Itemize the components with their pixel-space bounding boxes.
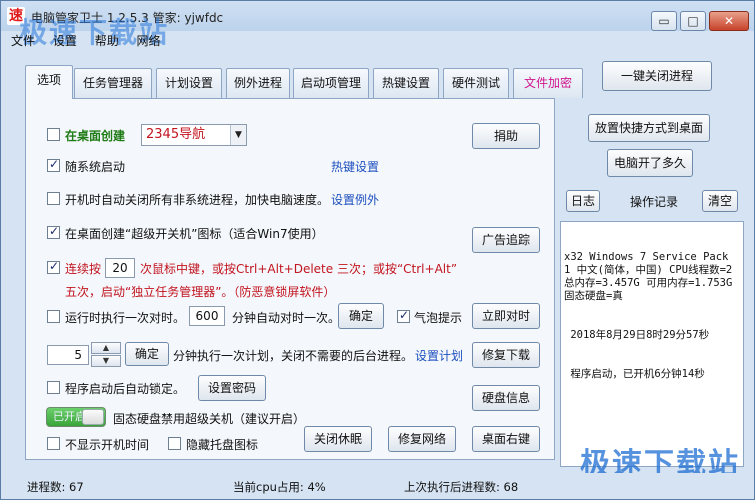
autolock-label: 程序启动后自动锁定。 bbox=[65, 382, 186, 396]
close-button[interactable]: ✕ bbox=[709, 11, 749, 31]
log-line: 程序启动，已开机6分钟14秒 bbox=[564, 368, 705, 380]
tab-startup-manager[interactable]: 启动项管理 bbox=[293, 68, 369, 98]
bubble-label: 气泡提示 bbox=[414, 311, 463, 325]
timer-checkbox[interactable] bbox=[47, 310, 60, 323]
cpu-usage: 当前cpu占用: 4% bbox=[233, 480, 326, 494]
title-bar[interactable]: 速 电脑管家卫士 1.2.5.3 管家: yjwfdc ▭ □ ✕ bbox=[1, 1, 754, 31]
mouse-click-text: 次鼠标中键，或按Ctrl+Alt+Delete 三次；或按“Ctrl+Alt” bbox=[140, 262, 458, 276]
menu-network[interactable]: 网络 bbox=[137, 34, 161, 48]
app-icon: 速 bbox=[7, 7, 25, 25]
tab-hotkey-settings[interactable]: 热键设置 bbox=[373, 68, 439, 98]
autostart-checkbox[interactable] bbox=[47, 157, 60, 172]
desktop-create-select[interactable]: 2345导航 ▼ bbox=[141, 124, 247, 146]
menu-bar: 文件 设置 帮助 网络 bbox=[11, 32, 175, 52]
super-switch-label: 在桌面创建“超级开关机”图标（适合Win7使用） bbox=[65, 227, 324, 241]
plan-confirm-button[interactable]: 确定 bbox=[125, 342, 169, 366]
timer-text: 分钟自动对时一次。 bbox=[232, 311, 341, 325]
place-shortcut-button[interactable]: 放置快捷方式到桌面 bbox=[588, 114, 710, 142]
sync-now-button[interactable]: 立即对时 bbox=[472, 303, 540, 329]
desktop-right-button[interactable]: 桌面右键 bbox=[472, 426, 540, 452]
ssd-text: 固态硬盘禁用超级关机（建议开启） bbox=[113, 412, 306, 426]
autostart-label: 随系统启动 bbox=[65, 160, 126, 174]
mouse-click-count-input[interactable]: 20 bbox=[105, 258, 135, 278]
process-count: 进程数: 67 bbox=[27, 480, 84, 494]
spin-up-button[interactable]: ▲ bbox=[91, 342, 121, 354]
autolock-checkbox[interactable] bbox=[47, 381, 60, 394]
hide-tray-checkbox[interactable] bbox=[168, 437, 181, 450]
super-switch-checkbox[interactable] bbox=[47, 224, 60, 239]
set-plan-link[interactable]: 设置计划 bbox=[415, 347, 463, 364]
tab-exception-process[interactable]: 例外进程 bbox=[226, 68, 290, 98]
mouse-click-checkbox[interactable] bbox=[47, 259, 60, 274]
ssd-toggle[interactable]: 已开启 bbox=[46, 407, 106, 427]
menu-help[interactable]: 帮助 bbox=[95, 34, 119, 48]
operation-record-label: 操作记录 bbox=[630, 195, 679, 209]
repair-network-button[interactable]: 修复网络 bbox=[388, 426, 456, 452]
one-key-close-button[interactable]: 一键关闭进程 bbox=[602, 61, 712, 91]
plan-value-input[interactable]: 5 bbox=[47, 345, 89, 365]
timer-value-input[interactable]: 600 bbox=[189, 306, 225, 326]
menu-file[interactable]: 文件 bbox=[11, 34, 35, 48]
desktop-create-value: 2345导航 bbox=[146, 127, 206, 142]
status-bar: 进程数: 67 当前cpu占用: 4% 上次执行后进程数: 68 bbox=[1, 473, 754, 499]
tab-task-manager[interactable]: 任务管理器 bbox=[74, 68, 152, 98]
tab-plan-settings[interactable]: 计划设置 bbox=[156, 68, 222, 98]
close-new-processes-label: 开机时自动关闭所有非系统进程，加快电脑速度。 bbox=[65, 193, 330, 207]
log-button[interactable]: 日志 bbox=[566, 190, 600, 212]
bubble-checkbox[interactable] bbox=[397, 308, 410, 323]
repair-download-button[interactable]: 修复下载 bbox=[472, 342, 540, 368]
close-new-processes-checkbox[interactable] bbox=[47, 192, 60, 205]
mouse-click-prefix: 连续按 bbox=[65, 262, 102, 276]
toggle-knob bbox=[82, 409, 104, 425]
operation-log[interactable]: x32 Windows 7 Service Pack 1 中文(简体，中国) C… bbox=[560, 221, 744, 467]
set-password-button[interactable]: 设置密码 bbox=[198, 375, 266, 401]
plan-text: 分钟执行一次计划，关闭不需要的后台进程。 bbox=[173, 349, 414, 363]
mouse-click-text-2: 五次，启动“独立任务管理器”。（防恶意锁屏软件） bbox=[65, 285, 336, 299]
menu-settings[interactable]: 设置 bbox=[53, 34, 77, 48]
clear-button[interactable]: 清空 bbox=[702, 190, 738, 212]
hide-boot-time-label: 不显示开机时间 bbox=[65, 438, 150, 452]
timer-confirm-button[interactable]: 确定 bbox=[338, 303, 384, 329]
tab-file-encrypt[interactable]: 文件加密 bbox=[513, 68, 583, 98]
log-line: x32 Windows 7 Service Pack 1 中文(简体，中国) C… bbox=[564, 251, 739, 302]
hotkey-link[interactable]: 热键设置 bbox=[331, 158, 379, 175]
desktop-create-label: 在桌面创建 bbox=[65, 129, 126, 143]
set-exception-link[interactable]: 设置例外 bbox=[331, 191, 379, 208]
window-title: 电脑管家卫士 1.2.5.3 管家: yjwfdc bbox=[31, 11, 224, 25]
hide-tray-label: 隐藏托盘图标 bbox=[186, 438, 259, 452]
spin-down-button[interactable]: ▼ bbox=[91, 355, 121, 367]
uptime-button[interactable]: 电脑开了多久 bbox=[607, 149, 693, 177]
desktop-create-checkbox[interactable] bbox=[47, 128, 60, 141]
maximize-button[interactable]: □ bbox=[680, 11, 706, 31]
tab-options[interactable]: 选项 bbox=[25, 65, 73, 99]
chevron-down-icon: ▼ bbox=[230, 125, 246, 145]
disk-info-button[interactable]: 硬盘信息 bbox=[472, 385, 540, 411]
last-exec-process-count: 上次执行后进程数: 68 bbox=[404, 480, 519, 494]
ad-block-button[interactable]: 广告追踪 bbox=[472, 227, 540, 253]
minimize-button[interactable]: ▭ bbox=[651, 11, 677, 31]
hide-boot-time-checkbox[interactable] bbox=[47, 437, 60, 450]
app-window: 速 电脑管家卫士 1.2.5.3 管家: yjwfdc ▭ □ ✕ 极速下载站 … bbox=[0, 0, 755, 500]
timer-label: 运行时执行一次对时。 bbox=[65, 311, 186, 325]
tab-hardware-test[interactable]: 硬件测试 bbox=[443, 68, 509, 98]
log-line: 2018年8月29日8时29分57秒 bbox=[564, 329, 710, 341]
sleep-off-button[interactable]: 关闭休眠 bbox=[304, 426, 372, 452]
donate-button[interactable]: 捐助 bbox=[472, 123, 540, 149]
